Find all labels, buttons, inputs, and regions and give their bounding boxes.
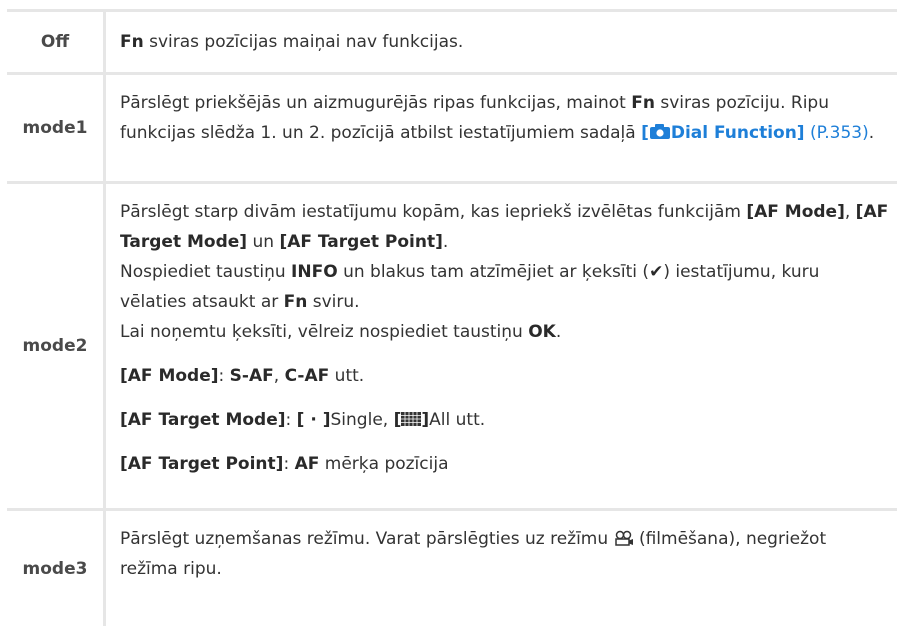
paragraph: Lai noņemtu ķeksīti, vēlreiz nospiediet …: [120, 322, 562, 342]
table-row-mode3: mode3 Pārslēgt uzņemšanas režīmu. Varat …: [7, 511, 897, 626]
settings-table: Off Fn sviras pozīcijas maiņai nav funkc…: [7, 9, 897, 626]
row-description-mode2: Pārslēgt starp divām iestatījumu kopām, …: [106, 184, 897, 508]
af-mode-line: [AF Mode]: S-AF, C-AF utt.: [120, 366, 365, 386]
movie-icon: [614, 530, 633, 546]
page-reference-link[interactable]: (P.353): [810, 123, 869, 143]
checkmark-icon: ✔: [649, 262, 664, 282]
table-row-off: Off Fn sviras pozīcijas maiņai nav funkc…: [7, 12, 897, 72]
af-target-point-line: [AF Target Point]: AF mērķa pozīcija: [120, 454, 449, 474]
row-label-mode1: mode1: [7, 75, 106, 181]
row-label-off: Off: [7, 12, 106, 72]
row-label-mode3: mode3: [7, 511, 106, 626]
paragraph: Pārslēgt starp divām iestatījumu kopām, …: [120, 202, 889, 252]
fn-keyword: Fn: [631, 93, 655, 113]
camera-icon: [649, 124, 670, 139]
fn-keyword: Fn: [120, 32, 144, 52]
dial-function-link[interactable]: [Dial Function]: [641, 123, 805, 143]
af-target-mode-line: [AF Target Mode]: [ · ]Single, []All utt…: [120, 405, 889, 435]
row-description-off: Fn sviras pozīcijas maiņai nav funkcijas…: [120, 32, 464, 52]
all-targets-icon: [401, 412, 422, 426]
row-label-mode2: mode2: [7, 184, 106, 508]
table-row-mode1: mode1 Pārslēgt priekšējās un aizmugurējā…: [7, 75, 897, 181]
table-row-mode2: mode2 Pārslēgt starp divām iestatījumu k…: [7, 184, 897, 508]
paragraph: Nospiediet taustiņu INFO un blakus tam a…: [120, 257, 889, 317]
row-description-mode3: Pārslēgt uzņemšanas režīmu. Varat pārslē…: [120, 529, 827, 579]
single-target-icon: [ · ]: [296, 410, 331, 430]
row-description-mode1: Pārslēgt priekšējās un aizmugurējās ripa…: [120, 93, 875, 143]
